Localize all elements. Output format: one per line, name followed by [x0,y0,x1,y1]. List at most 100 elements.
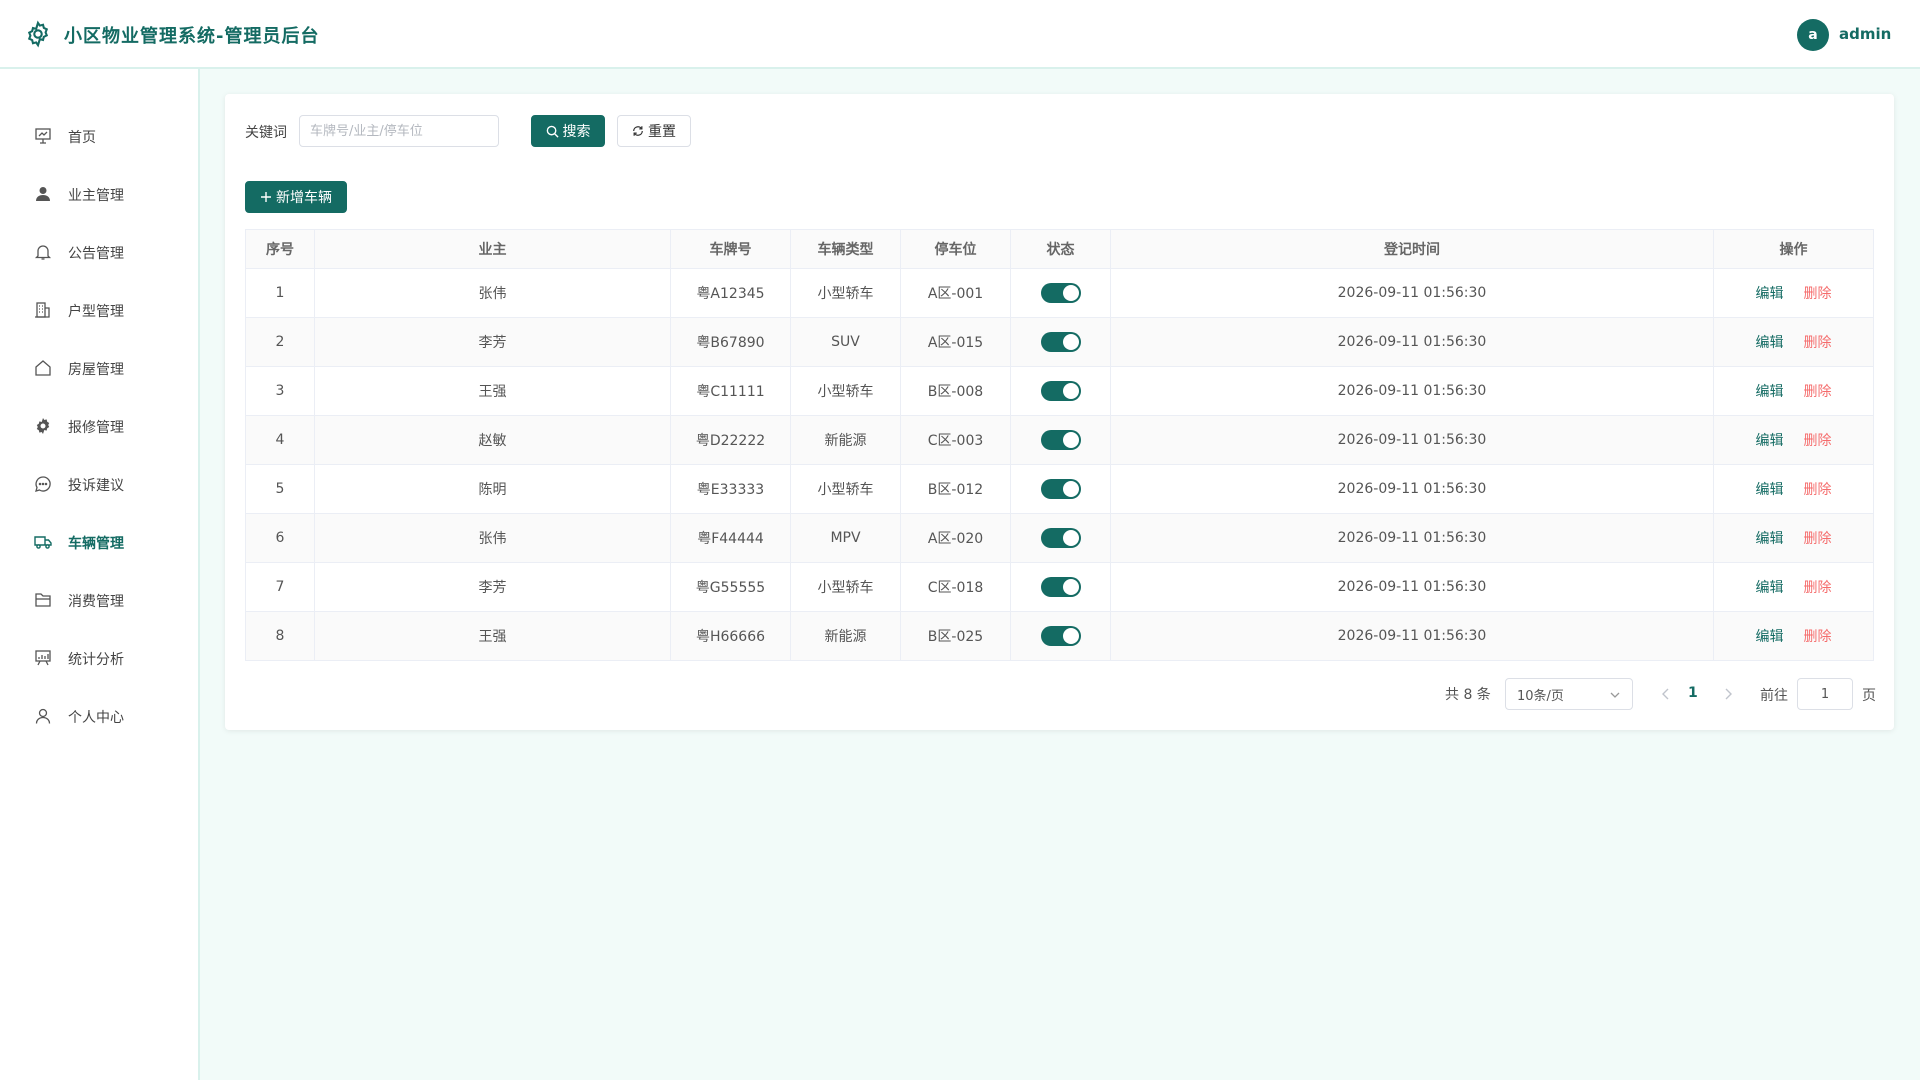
edit-link[interactable]: 编辑 [1756,531,1784,547]
cell-time: 2026-09-11 01:56:30 [1110,415,1714,465]
table-row: 8 王强 粤H66666 新能源 B区-025 2026-09-11 01:56… [245,611,1874,661]
sidebar-item-repairs[interactable]: 报修管理 [0,406,198,446]
delete-link[interactable]: 删除 [1804,335,1832,351]
status-toggle[interactable] [1040,626,1081,646]
cell-plate: 粤H66666 [670,611,791,661]
add-vehicle-button[interactable]: 新增车辆 [245,181,347,213]
delete-link[interactable]: 删除 [1804,433,1832,449]
delete-link[interactable]: 删除 [1804,286,1832,302]
sidebar-item-home[interactable]: 首页 [0,116,198,156]
cell-plate: 粤G55555 [670,562,791,612]
delete-link[interactable]: 删除 [1804,580,1832,596]
sidebar-item-owners[interactable]: 业主管理 [0,174,198,214]
chat-icon [35,476,51,492]
cell-actions: 编辑 删除 [1713,317,1874,367]
sidebar-item-houses[interactable]: 房屋管理 [0,348,198,388]
cell-time: 2026-09-11 01:56:30 [1110,513,1714,563]
prev-page-icon[interactable] [1661,688,1671,700]
edit-link[interactable]: 编辑 [1756,433,1784,449]
edit-link[interactable]: 编辑 [1756,384,1784,400]
sidebar-item-statistics[interactable]: 统计分析 [0,638,198,678]
cell-owner: 陈明 [314,464,671,514]
table-row: 7 李芳 粤G55555 小型轿车 C区-018 2026-09-11 01:5… [245,562,1874,612]
total-count: 共 8 条 [1445,687,1491,703]
sidebar-item-notices[interactable]: 公告管理 [0,232,198,272]
sidebar-item-label: 首页 [68,130,96,146]
cell-owner: 王强 [314,611,671,661]
status-toggle[interactable] [1040,479,1081,499]
sidebar-item-profile[interactable]: 个人中心 [0,696,198,736]
delete-link[interactable]: 删除 [1804,629,1832,645]
status-toggle[interactable] [1040,381,1081,401]
cell-type: SUV [790,317,901,367]
sidebar-item-expenses[interactable]: 消费管理 [0,580,198,620]
table-row: 3 王强 粤C11111 小型轿车 B区-008 2026-09-11 01:5… [245,366,1874,416]
cell-type: 小型轿车 [790,562,901,612]
sidebar-item-complaints[interactable]: 投诉建议 [0,464,198,504]
avatar[interactable]: a [1797,19,1829,51]
cell-type: 新能源 [790,611,901,661]
cell-type: 小型轿车 [790,464,901,514]
column-header[interactable]: 登记时间 [1110,229,1714,269]
status-toggle[interactable] [1040,528,1081,548]
plus-icon [261,192,271,202]
username[interactable]: admin [1839,25,1891,43]
cell-status [1010,366,1111,416]
status-toggle[interactable] [1040,430,1081,450]
search-icon [546,125,559,138]
status-toggle[interactable] [1040,577,1081,597]
cell-space: A区-015 [900,317,1011,367]
keyword-input[interactable] [299,115,499,147]
column-header[interactable]: 车辆类型 [790,229,901,269]
edit-link[interactable]: 编辑 [1756,629,1784,645]
column-header[interactable]: 操作 [1713,229,1874,269]
edit-link[interactable]: 编辑 [1756,286,1784,302]
sidebar-item-label: 户型管理 [68,304,124,320]
sidebar-item-vehicles[interactable]: 车辆管理 [0,522,198,562]
cell-status [1010,317,1111,367]
cell-plate: 粤E33333 [670,464,791,514]
column-header[interactable]: 停车位 [900,229,1011,269]
column-header[interactable]: 状态 [1010,229,1111,269]
page-size-select[interactable]: 10条/页 [1505,678,1633,710]
keyword-label: 关键词 [245,125,287,141]
building-icon [35,302,50,318]
edit-link[interactable]: 编辑 [1756,335,1784,351]
edit-link[interactable]: 编辑 [1756,482,1784,498]
cell-status [1010,513,1111,563]
search-button[interactable]: 搜索 [531,115,605,147]
column-header[interactable]: 序号 [245,229,315,269]
edit-link[interactable]: 编辑 [1756,580,1784,596]
dashboard-icon [35,128,51,144]
sidebar-item-label: 报修管理 [68,420,124,436]
delete-link[interactable]: 删除 [1804,531,1832,547]
cell-time: 2026-09-11 01:56:30 [1110,562,1714,612]
cell-index: 1 [245,268,315,318]
column-header[interactable]: 车牌号 [670,229,791,269]
cell-time: 2026-09-11 01:56:30 [1110,611,1714,661]
cell-time: 2026-09-11 01:56:30 [1110,268,1714,318]
cell-actions: 编辑 删除 [1713,611,1874,661]
delete-link[interactable]: 删除 [1804,384,1832,400]
cell-plate: 粤B67890 [670,317,791,367]
sidebar-item-label: 投诉建议 [68,478,124,494]
sidebar-item-layouts[interactable]: 户型管理 [0,290,198,330]
next-page-icon[interactable] [1723,688,1733,700]
delete-link[interactable]: 删除 [1804,482,1832,498]
cell-plate: 粤A12345 [670,268,791,318]
person-icon [35,708,51,724]
cell-space: B区-012 [900,464,1011,514]
bell-icon [34,245,52,260]
column-header[interactable]: 业主 [314,229,671,269]
app-title: 小区物业管理系统-管理员后台 [64,26,320,47]
table-row: 1 张伟 粤A12345 小型轿车 A区-001 2026-09-11 01:5… [245,268,1874,318]
status-toggle[interactable] [1040,283,1081,303]
cell-status [1010,464,1111,514]
cell-index: 3 [245,366,315,416]
sidebar-item-label: 业主管理 [68,188,124,204]
cell-owner: 张伟 [314,513,671,563]
page-number-current[interactable]: 1 [1688,685,1698,701]
reset-button[interactable]: 重置 [617,115,691,147]
goto-page-input[interactable] [1797,678,1853,710]
status-toggle[interactable] [1040,332,1081,352]
